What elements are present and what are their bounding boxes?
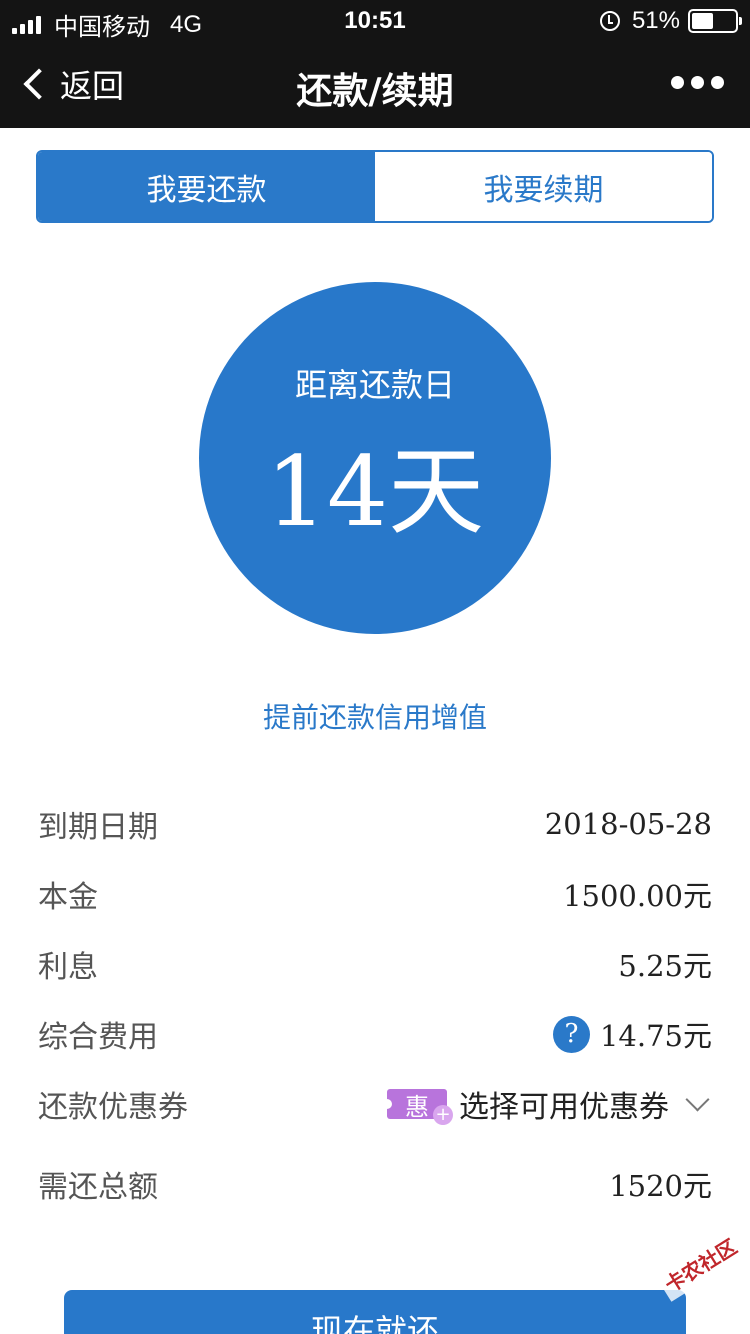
coupon-placeholder: 选择可用优惠券 [459,1090,669,1125]
page-title: 还款/续期 [296,71,454,112]
battery-fill [692,13,714,29]
coupon-icon: 惠 + [382,1089,453,1125]
battery-percent: 51% [631,7,680,34]
more-dots-icon[interactable] [664,76,724,89]
interest-label: 利息 [38,950,98,985]
total-value: 1520元 [609,1169,712,1203]
coupon-selector[interactable]: 惠 + 选择可用优惠券 [382,1082,712,1126]
due-date-value: 2018-05-28 [544,807,712,841]
tab-bar: 我要还款 我要续期 [36,150,714,223]
principal-row: 本金 1500.00元 [38,864,712,924]
due-date-label: 到期日期 [38,810,158,845]
due-date-row: 到期日期 2018-05-28 [38,794,712,854]
early-repay-link[interactable]: 提前还款信用增值 [0,696,750,736]
principal-label: 本金 [38,880,98,915]
status-right: 51% [599,7,742,35]
alarm-icon [599,11,620,31]
total-row: 需还总额 1520元 [38,1154,712,1214]
countdown-label: 距离还款日 [294,366,455,404]
status-bar: 中国移动 4G 10:51 51% [0,0,750,41]
interest-value: 5.25元 [618,949,712,983]
coupon-row[interactable]: 还款优惠券 惠 + 选择可用优惠券 [38,1074,712,1134]
chevron-down-icon [685,1086,710,1112]
battery-icon [688,9,742,33]
countdown-circle: 距离还款日 14天 [199,282,551,634]
pay-now-button[interactable]: 现在就还 [64,1290,686,1334]
countdown-value: 14天 [265,436,485,548]
fees-value: 14.75元 [599,1019,712,1053]
total-label: 需还总额 [38,1170,158,1205]
plus-icon: + [433,1105,453,1125]
tab-repay[interactable]: 我要还款 [38,152,375,221]
principal-value: 1500.00元 [563,879,712,913]
watermark: 卡农社区 [653,1227,747,1302]
fees-row: 综合费用 ? 14.75元 [38,1004,712,1064]
tab-renew[interactable]: 我要续期 [375,152,712,221]
help-icon[interactable]: ? [552,1015,590,1053]
interest-row: 利息 5.25元 [38,934,712,994]
fees-value-group: ? 14.75元 [552,1013,712,1055]
nav-bar: 返回 还款/续期 [0,40,750,128]
coupon-badge-text: 惠 [405,1092,429,1121]
coupon-label: 还款优惠券 [38,1090,188,1125]
fees-label: 综合费用 [38,1020,158,1055]
